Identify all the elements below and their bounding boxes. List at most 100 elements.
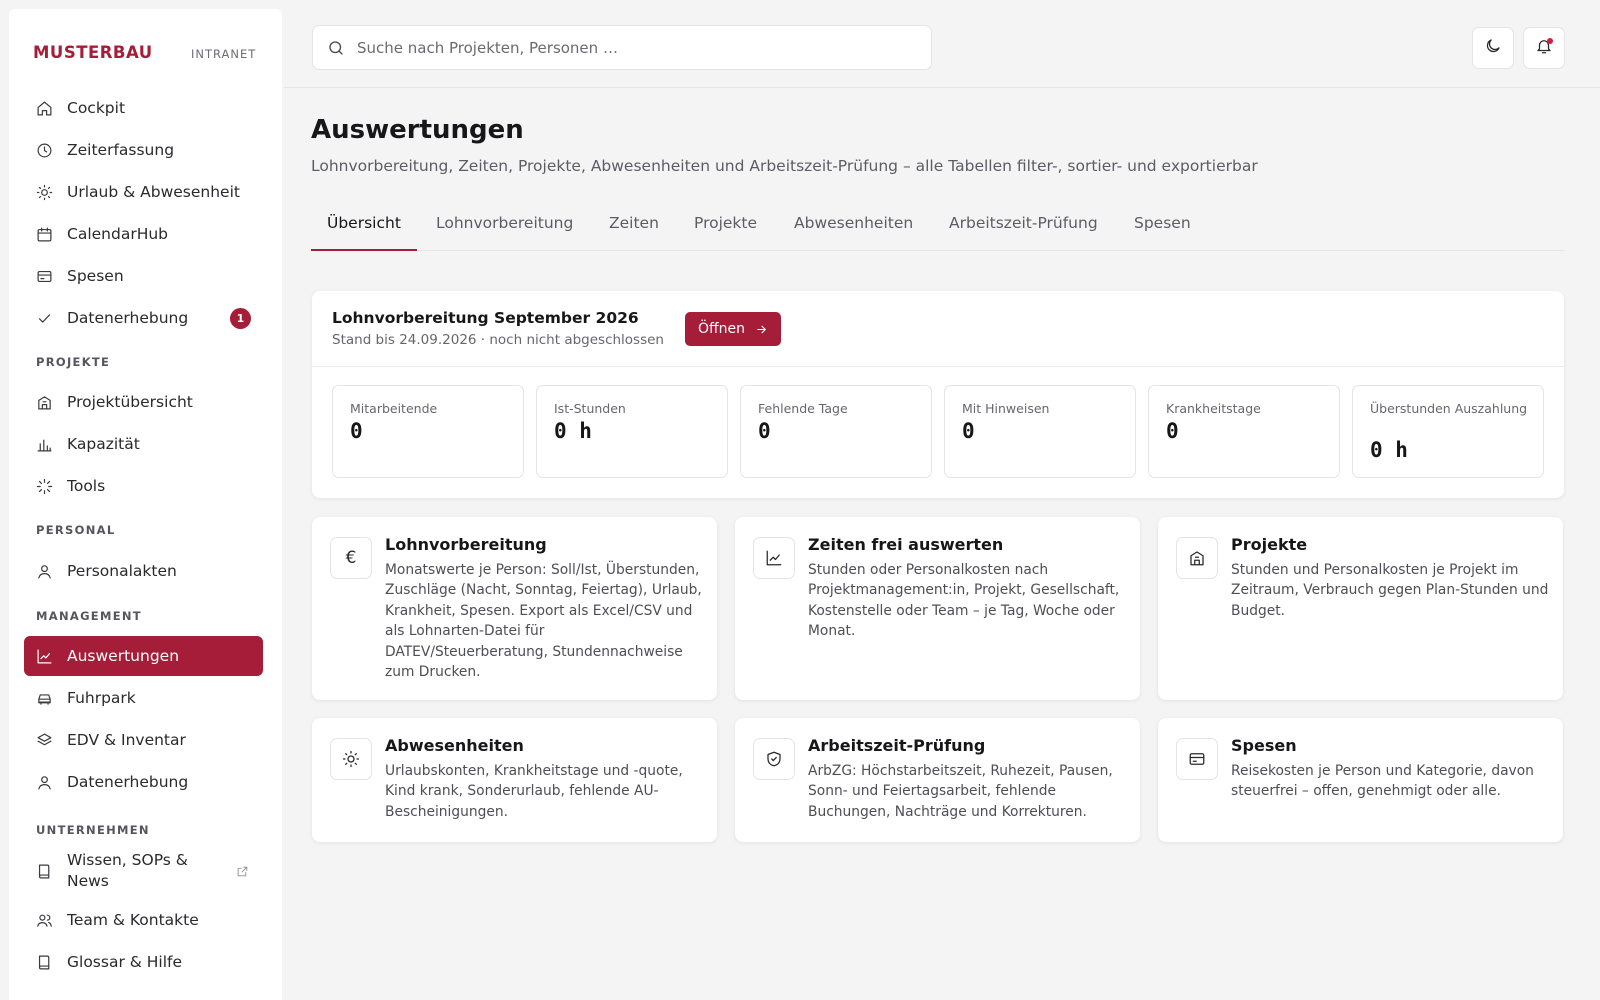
section-label-unternehmen: UNTERNEHMEN [36, 823, 150, 837]
stat-label: Krankheitstage [1166, 401, 1261, 416]
sidebar-item-label: Team & Kontakte [67, 911, 199, 929]
sun-icon [35, 183, 53, 201]
stat-value: 0 [758, 419, 771, 443]
sidebar-item-datenerhebung-management[interactable]: Datenerhebung [24, 762, 263, 802]
tab-zeiten[interactable]: Zeiten [593, 214, 675, 251]
payroll-summary-card: Lohnvorbereitung September 2026 Stand bi… [312, 291, 1564, 498]
search-icon [327, 39, 345, 57]
building-icon [1176, 537, 1218, 579]
page-subtitle: Lohnvorbereitung, Zeiten, Projekte, Abwe… [311, 157, 1258, 175]
module-card-projekte[interactable]: Projekte Stunden und Personalkosten je P… [1158, 517, 1563, 700]
car-icon [35, 689, 53, 707]
payroll-title: Lohnvorbereitung September 2026 [332, 309, 639, 327]
card-title: Spesen [1231, 736, 1297, 755]
euro-icon: € [330, 537, 372, 579]
sidebar-item-urlaub[interactable]: Urlaub & Abwesenheit [24, 172, 263, 212]
sidebar-item-team-kontakte[interactable]: Team & Kontakte [24, 900, 263, 940]
sidebar: MUSTERBAU INTRANET Cockpit Zeiterfassung… [9, 9, 282, 1000]
book-icon [35, 953, 53, 971]
sidebar-item-zeiterfassung[interactable]: Zeiterfassung [24, 130, 263, 170]
module-card-zeiten[interactable]: Zeiten frei auswerten Stunden oder Perso… [735, 517, 1140, 700]
sidebar-item-wissen[interactable]: Wissen, SOPs & News [24, 847, 263, 895]
brand-tag: INTRANET [191, 47, 257, 61]
stat-ist-stunden: Ist-Stunden 0 h [536, 385, 728, 478]
card-description: Stunden oder Personalkosten nach Projekt… [808, 562, 1120, 640]
sidebar-item-calendarhub[interactable]: CalendarHub [24, 214, 263, 254]
tab-projekte[interactable]: Projekte [678, 214, 773, 251]
sidebar-item-projektuebersicht[interactable]: Projektübersicht [24, 382, 263, 422]
module-card-lohnvorbereitung[interactable]: € Lohnvorbereitung Monatswerte je Person… [312, 517, 717, 700]
calendar-icon [35, 225, 53, 243]
sidebar-item-label: CalendarHub [67, 225, 169, 243]
stat-value: 0 [962, 419, 975, 443]
layers-icon [35, 731, 53, 749]
sidebar-item-personalakten[interactable]: Personalakten [24, 551, 263, 591]
tab-lohnvorbereitung[interactable]: Lohnvorbereitung [420, 214, 589, 251]
card-description: ArbZG: Höchstarbeitszeit, Ruhezeit, Paus… [808, 763, 1113, 820]
section-label-personal: PERSONAL [36, 523, 116, 537]
section-label-management: MANAGEMENT [36, 609, 142, 623]
stat-fehlende-tage: Fehlende Tage 0 [740, 385, 932, 478]
sidebar-item-label: EDV & Inventar [67, 731, 186, 749]
module-card-spesen[interactable]: Spesen Reisekosten je Person und Kategor… [1158, 718, 1563, 842]
sidebar-item-cockpit[interactable]: Cockpit [24, 88, 263, 128]
notification-dot [1547, 38, 1553, 44]
sidebar-item-label: Projektübersicht [67, 393, 193, 411]
stat-label: Fehlende Tage [758, 401, 848, 416]
stat-mitarbeitende: Mitarbeitende 0 [332, 385, 524, 478]
sidebar-item-spesen[interactable]: Spesen [24, 256, 263, 296]
clock-icon [35, 141, 53, 159]
external-link-icon [236, 863, 249, 877]
tab-bar: Übersicht Lohnvorbereitung Zeiten Projek… [311, 206, 1564, 251]
sidebar-item-label: Auswertungen [67, 647, 180, 665]
sidebar-item-datenerhebung[interactable]: Datenerhebung 1 [24, 298, 263, 338]
sidebar-item-fuhrpark[interactable]: Fuhrpark [24, 678, 263, 718]
tab-arbeitszeit-pruefung[interactable]: Arbeitszeit-Prüfung [933, 214, 1114, 251]
stat-value: 0 [1166, 419, 1179, 443]
page-title: Auswertungen [311, 115, 524, 145]
arrow-right-icon [755, 323, 768, 336]
building-icon [35, 393, 53, 411]
sidebar-item-label: Datenerhebung [67, 773, 189, 791]
stat-label: Mit Hinweisen [962, 401, 1050, 416]
card-icon [35, 267, 53, 285]
card-title: Arbeitszeit-Prüfung [808, 736, 986, 755]
theme-toggle-button[interactable] [1472, 27, 1514, 69]
stat-value: 0 [350, 419, 363, 443]
sidebar-item-glossar[interactable]: Glossar & Hilfe [24, 942, 263, 982]
open-button-label: Öffnen [697, 321, 746, 337]
loader-icon [35, 477, 53, 495]
sidebar-item-label: Cockpit [67, 99, 126, 117]
sidebar-item-label: Glossar & Hilfe [67, 953, 183, 971]
sidebar-item-label: Wissen, SOPs & News [67, 850, 188, 892]
card-title: Abwesenheiten [385, 736, 524, 755]
sidebar-item-auswertungen[interactable]: Auswertungen [24, 636, 263, 676]
sidebar-item-kapazitaet[interactable]: Kapazität [24, 424, 263, 464]
sun-icon [330, 738, 372, 780]
search-box[interactable] [312, 25, 932, 70]
module-card-arbeitszeit-pruefung[interactable]: Arbeitszeit-Prüfung ArbZG: Höchstarbeits… [735, 718, 1140, 842]
open-payroll-button[interactable]: Öffnen [685, 312, 781, 346]
search-input[interactable] [357, 38, 897, 57]
card-title: Zeiten frei auswerten [808, 535, 1004, 554]
sidebar-item-edv-inventar[interactable]: EDV & Inventar [24, 720, 263, 760]
notifications-button[interactable] [1523, 27, 1565, 69]
sidebar-item-tools[interactable]: Tools [24, 466, 263, 506]
card-title: Lohnvorbereitung [385, 535, 547, 554]
line-chart-icon [35, 647, 53, 665]
stat-label: Ist-Stunden [554, 401, 626, 416]
sidebar-item-label: Tools [67, 477, 106, 495]
user-icon [35, 562, 53, 580]
stat-value: 0 h [1370, 438, 1408, 462]
users-icon [35, 911, 53, 929]
sidebar-item-label: Spesen [67, 267, 124, 285]
module-card-abwesenheiten[interactable]: Abwesenheiten Urlaubskonten, Krankheitst… [312, 718, 717, 842]
tab-spesen[interactable]: Spesen [1118, 214, 1207, 251]
brand[interactable]: MUSTERBAU INTRANET [33, 33, 263, 73]
sidebar-item-label: Datenerhebung [67, 309, 189, 327]
tab-uebersicht[interactable]: Übersicht [311, 214, 417, 251]
sidebar-item-label: Urlaub & Abwesenheit [67, 183, 240, 201]
tab-abwesenheiten[interactable]: Abwesenheiten [778, 214, 929, 251]
label-line: News [67, 872, 109, 890]
stat-mit-hinweisen: Mit Hinweisen 0 [944, 385, 1136, 478]
